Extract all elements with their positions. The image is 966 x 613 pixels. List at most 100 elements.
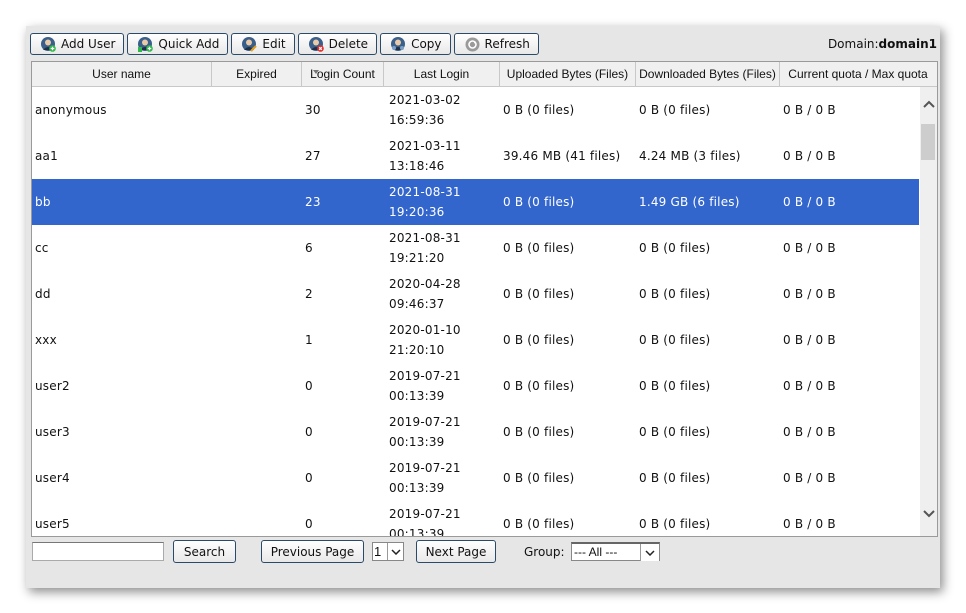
cell-user-name: dd [35,287,51,301]
cell-last-login: 2019-07-21 00:13:39 [384,409,500,455]
last-login-time: 19:20:36 [389,205,445,219]
column-header-expired[interactable]: Expired [212,62,302,86]
next-page-button[interactable]: Next Page [416,540,496,563]
previous-page-button[interactable]: Previous Page [261,540,364,563]
cell-downloaded: 1.49 GB (6 files) [639,195,740,209]
group-select-dropdown[interactable] [640,544,659,561]
copy-user-button[interactable]: Copy [380,33,451,55]
cell-user-name: user5 [35,517,70,531]
column-header-last-login[interactable]: Last Login [384,62,500,86]
group-select[interactable]: --- All --- [571,542,660,561]
cell-login-count: 23 [305,195,321,209]
table-row[interactable]: cc 6 2021-08-31 19:21:20 0 B (0 files) 0 … [32,225,919,271]
last-login-date: 2019-07-21 [389,369,461,383]
group-label: Group: [524,545,565,559]
cell-last-login: 2020-01-10 21:20:10 [384,317,500,363]
table-row[interactable]: aa1 27 2021-03-11 13:18:46 39.46 MB (41 f… [32,133,919,179]
cell-quota: 0 B / 0 B [783,241,836,255]
table-row[interactable]: user3 0 2019-07-21 00:13:39 0 B (0 files)… [32,409,919,455]
last-login-date: 2020-04-28 [389,277,461,291]
cell-uploaded: 0 B (0 files) [503,333,575,347]
last-login-time: 19:21:20 [389,251,445,265]
cell-quota: 0 B / 0 B [783,103,836,117]
cell-uploaded: 0 B (0 files) [503,241,575,255]
last-login-time: 09:46:37 [389,297,445,311]
table-row[interactable]: xxx 1 2020-01-10 21:20:10 0 B (0 files) 0… [32,317,919,363]
cell-expired [212,409,302,455]
column-header-quota[interactable]: Current quota / Max quota [780,62,936,86]
cell-quota: 0 B / 0 B [783,517,836,531]
delete-user-button[interactable]: Delete [297,33,378,55]
page-select[interactable]: 1 [372,542,404,561]
column-header-login-count[interactable]: Login Count [302,62,384,86]
search-button[interactable]: Search [173,540,236,563]
page-select-value: 1 [374,544,382,559]
cell-expired [212,455,302,501]
user-add-icon [41,36,56,52]
chevron-down-icon [645,549,655,556]
add-user-label: Add User [61,37,116,51]
cell-uploaded: 0 B (0 files) [503,425,575,439]
refresh-button[interactable]: Refresh [453,33,539,55]
table-body: anonymous 30 2021-03-02 16:59:36 0 B (0 f… [32,87,919,536]
last-login-time: 00:13:39 [389,481,445,495]
users-table: User name Expired Login Count Last Login… [31,61,938,537]
cell-downloaded: 0 B (0 files) [639,379,711,393]
quick-add-button[interactable]: Quick Add [127,33,229,55]
table-row[interactable]: dd 2 2020-04-28 09:46:37 0 B (0 files) 0 … [32,271,919,317]
cell-quota: 0 B / 0 B [783,195,836,209]
cell-expired [212,501,302,536]
table-row[interactable]: user4 0 2019-07-21 00:13:39 0 B (0 files)… [32,455,919,501]
table-row[interactable]: user5 0 2019-07-21 00:13:39 0 B (0 files)… [32,501,919,536]
table-header: User name Expired Login Count Last Login… [32,62,937,87]
cell-user-name: aa1 [35,149,58,163]
table-row[interactable]: user2 0 2019-07-21 00:13:39 0 B (0 files)… [32,363,919,409]
edit-user-button[interactable]: Edit [231,33,295,55]
last-login-date: 2020-01-10 [389,323,461,337]
search-input[interactable] [32,542,164,561]
user-delete-icon [308,36,324,52]
column-header-user-name[interactable]: User name [32,62,212,86]
scroll-thumb[interactable] [921,124,935,160]
cell-uploaded: 0 B (0 files) [503,379,575,393]
cell-expired [212,133,302,179]
cell-last-login: 2019-07-21 00:13:39 [384,455,500,501]
cell-expired [212,271,302,317]
add-user-button[interactable]: Add User [30,33,125,55]
edit-user-label: Edit [262,37,286,51]
vertical-scrollbar[interactable] [920,87,937,536]
column-header-downloaded-bytes[interactable]: Downloaded Bytes (Files) [636,62,780,86]
table-row[interactable]: anonymous 30 2021-03-02 16:59:36 0 B (0 f… [32,87,919,133]
cell-uploaded: 0 B (0 files) [503,471,575,485]
last-login-date: 2021-03-02 [389,93,461,107]
cell-login-count: 6 [305,241,313,255]
page-select-dropdown[interactable] [387,543,403,560]
refresh-icon [465,37,480,52]
cell-uploaded: 0 B (0 files) [503,195,575,209]
cell-last-login: 2020-04-28 09:46:37 [384,271,500,317]
table-row-selected[interactable]: bb 23 2021-08-31 19:20:36 0 B (0 files) 1… [32,179,919,225]
cell-uploaded: 0 B (0 files) [503,287,575,301]
chevron-down-icon [390,548,401,555]
last-login-date: 2021-08-31 [389,185,461,199]
column-header-uploaded-bytes[interactable]: Uploaded Bytes (Files) [500,62,636,86]
scroll-up-button[interactable] [920,97,937,111]
cell-quota: 0 B / 0 B [783,425,836,439]
toolbar: Add User Quick Add Edit Delete Copy Refr… [30,33,539,55]
scroll-down-button[interactable] [920,507,937,521]
cell-last-login: 2019-07-21 00:13:39 [384,501,500,536]
last-login-date: 2019-07-21 [389,507,461,521]
cell-last-login: 2019-07-21 00:13:39 [384,363,500,409]
cell-quota: 0 B / 0 B [783,379,836,393]
cell-last-login: 2021-08-31 19:21:20 [384,225,500,271]
last-login-time: 16:59:36 [389,113,445,127]
cell-downloaded: 0 B (0 files) [639,241,711,255]
quick-add-label: Quick Add [158,37,220,51]
domain-indicator: Domain:domain1 [828,37,937,51]
cell-login-count: 1 [305,333,313,347]
cell-expired [212,179,302,225]
last-login-time: 13:18:46 [389,159,445,173]
cell-last-login: 2021-08-31 19:20:36 [384,179,500,225]
cell-user-name: anonymous [35,103,107,117]
cell-uploaded: 0 B (0 files) [503,103,575,117]
